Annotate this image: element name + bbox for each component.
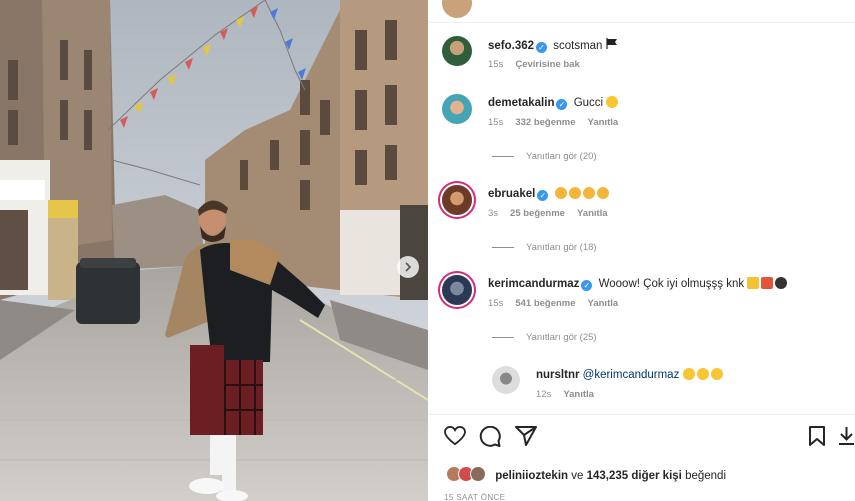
verified-badge-icon: ✓	[581, 280, 593, 291]
reply-username[interactable]: nursltnr	[536, 369, 579, 381]
flag-icon	[606, 38, 618, 52]
comment-icon[interactable]	[479, 425, 501, 452]
reply-button[interactable]: Yanıtla	[563, 389, 594, 400]
likes-summary: peliniioztekin ve 143,235 diğer kişi beğ…	[446, 466, 726, 482]
author-avatar[interactable]	[442, 0, 472, 18]
reply-button[interactable]: Yanıtla	[588, 117, 619, 128]
translate-link[interactable]: Çevirisine bak	[515, 59, 579, 70]
divider	[428, 414, 855, 415]
reply-button[interactable]: Yanıtla	[577, 208, 608, 219]
reply-age: 12s	[536, 389, 552, 400]
post-header	[428, 0, 855, 23]
reply-mention[interactable]: @kerimcandurmaz	[583, 369, 680, 381]
lightning-boom-bomb-emoji-icons	[747, 277, 789, 290]
comment-age: 15s	[488, 59, 504, 70]
comment-username[interactable]: sefo.362	[488, 40, 534, 52]
comment-likes[interactable]: 332 beğenme	[515, 117, 575, 128]
carousel-next-button[interactable]	[397, 256, 419, 278]
verified-badge-icon: ✓	[536, 42, 548, 53]
action-bar	[428, 425, 855, 452]
avatar[interactable]	[442, 185, 472, 215]
clap-emoji-icons	[554, 187, 611, 200]
share-send-icon[interactable]	[515, 426, 537, 451]
view-replies-button[interactable]: Yanıtları gör (18)	[492, 242, 597, 253]
liker-avatars[interactable]	[446, 466, 492, 482]
avatar[interactable]	[442, 275, 472, 305]
street-scene-image	[0, 0, 428, 501]
comments-panel: sefo.362 ✓ scotsman 15s Çevirisine bak dem…	[428, 0, 855, 501]
comment-likes[interactable]: 25 beğenme	[510, 208, 565, 219]
comment-text: Wooow! Çok iyi olmuşşş knk	[598, 278, 745, 290]
reply-button[interactable]: Yanıtla	[588, 298, 619, 309]
bookmark-save-icon[interactable]	[808, 426, 826, 451]
likes-connector: ve	[571, 470, 584, 482]
likes-suffix: beğendi	[685, 470, 727, 482]
chevron-right-icon	[403, 262, 413, 272]
liker-username[interactable]: peliniioztekin	[495, 470, 568, 482]
avatar[interactable]	[442, 94, 472, 124]
post-timestamp: 15 SAAT ÖNCE	[444, 493, 506, 501]
comment-username[interactable]: demetakalin	[488, 97, 554, 109]
view-replies-button[interactable]: Yanıtları gör (25)	[492, 332, 597, 343]
post-photo[interactable]	[0, 0, 428, 501]
likes-others-count[interactable]: 143,235 diğer kişi	[587, 470, 682, 482]
comment-age: 3s	[488, 208, 499, 219]
comment-username[interactable]: kerimcandurmaz	[488, 278, 579, 290]
comment-text: Gucci	[573, 97, 604, 109]
verified-badge-icon: ✓	[537, 190, 549, 201]
comment-age: 15s	[488, 298, 504, 309]
avatar[interactable]	[442, 36, 472, 66]
laughing-emoji-icons	[682, 368, 725, 381]
view-replies-button[interactable]: Yanıtları gör (20)	[492, 151, 597, 162]
comment-likes[interactable]: 541 beğenme	[515, 298, 575, 309]
comment-text: scotsman	[553, 40, 603, 52]
view-replies-label: Yanıtları gör (20)	[526, 151, 597, 162]
verified-badge-icon: ✓	[556, 99, 568, 110]
like-heart-icon[interactable]	[444, 425, 466, 451]
download-icon[interactable]	[838, 426, 855, 451]
view-replies-label: Yanıtları gör (18)	[526, 242, 597, 253]
view-replies-label: Yanıtları gör (25)	[526, 332, 597, 343]
comment-age: 15s	[488, 117, 504, 128]
avatar[interactable]	[492, 366, 520, 394]
cool-emoji-icon	[606, 96, 619, 108]
comment-username[interactable]: ebruakel	[488, 188, 535, 200]
